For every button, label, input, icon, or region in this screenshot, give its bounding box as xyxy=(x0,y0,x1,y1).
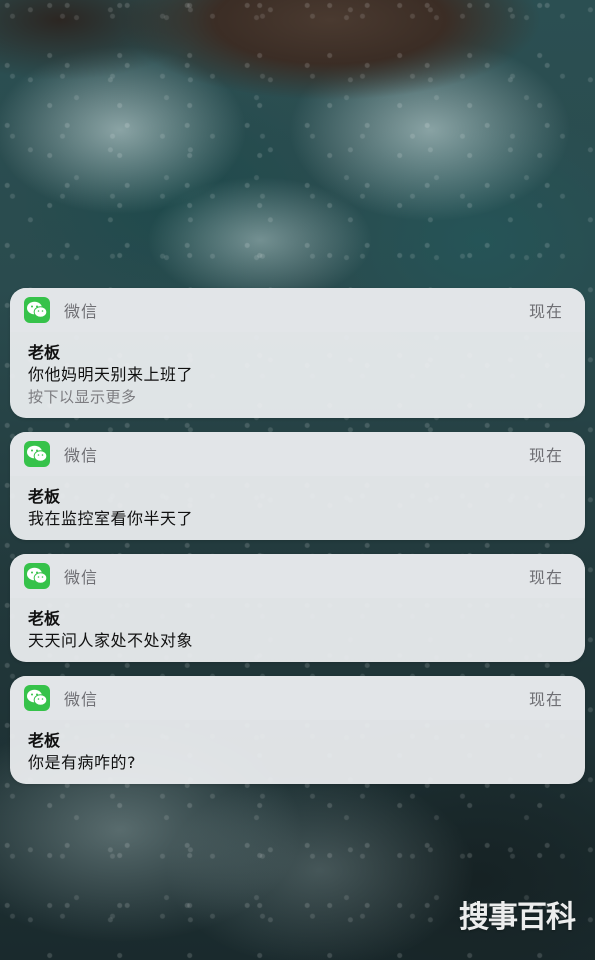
notification-time: 现在 xyxy=(528,302,563,321)
notification-sender: 老板 xyxy=(28,731,61,750)
notification-time: 现在 xyxy=(528,690,563,709)
notification-message: 你他妈明天别来上班了 xyxy=(28,365,194,384)
notification-sender: 老板 xyxy=(28,609,61,628)
notification-card[interactable]: 微信 现在 老板 你他妈明天别来上班了 按下以显示更多 xyxy=(10,288,585,418)
wechat-icon xyxy=(24,297,50,323)
notification-header: 微信 现在 xyxy=(10,554,585,598)
notification-card[interactable]: 微信 现在 老板 我在监控室看你半天了 xyxy=(10,432,585,540)
show-more-hint: 按下以显示更多 xyxy=(28,388,137,406)
notification-body: 老板 我在监控室看你半天了 xyxy=(10,476,585,540)
notification-message: 天天问人家处不处对象 xyxy=(28,631,194,650)
notification-time: 现在 xyxy=(528,446,563,465)
notification-header: 微信 现在 xyxy=(10,676,585,720)
notification-body: 老板 天天问人家处不处对象 xyxy=(10,598,585,662)
notification-sender: 老板 xyxy=(28,343,61,362)
watermark-logo: 搜事百科 xyxy=(459,900,576,935)
app-name: 微信 xyxy=(64,568,99,587)
notification-header: 微信 现在 xyxy=(10,432,585,476)
notification-card[interactable]: 微信 现在 老板 天天问人家处不处对象 xyxy=(10,554,585,662)
wechat-icon xyxy=(24,685,50,711)
notification-body: 老板 你他妈明天别来上班了 按下以显示更多 xyxy=(10,332,585,418)
wechat-icon xyxy=(24,441,50,467)
notification-header: 微信 现在 xyxy=(10,288,585,332)
app-name: 微信 xyxy=(64,690,99,709)
notification-body: 老板 你是有病咋的? xyxy=(10,720,585,784)
notification-sender: 老板 xyxy=(28,487,61,506)
notification-time: 现在 xyxy=(528,568,563,587)
app-name: 微信 xyxy=(64,302,99,321)
wechat-icon xyxy=(24,563,50,589)
notification-card[interactable]: 微信 现在 老板 你是有病咋的? xyxy=(10,676,585,784)
app-name: 微信 xyxy=(64,446,99,465)
notification-message: 我在监控室看你半天了 xyxy=(28,509,194,528)
notification-message: 你是有病咋的? xyxy=(28,753,136,772)
